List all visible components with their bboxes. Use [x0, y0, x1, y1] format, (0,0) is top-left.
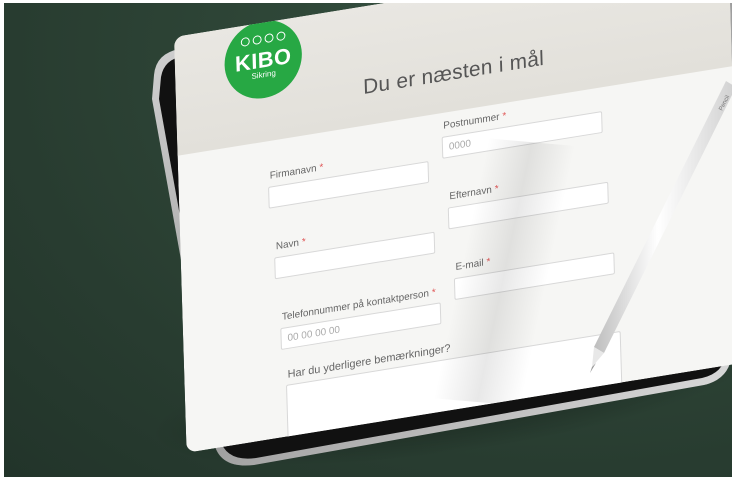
stylus-pencil: Pencil: [590, 81, 732, 373]
pencil-body: [594, 81, 732, 353]
product-photo-background: KIBO Sikring Du er næsten i mål Firmanav…: [4, 3, 732, 477]
